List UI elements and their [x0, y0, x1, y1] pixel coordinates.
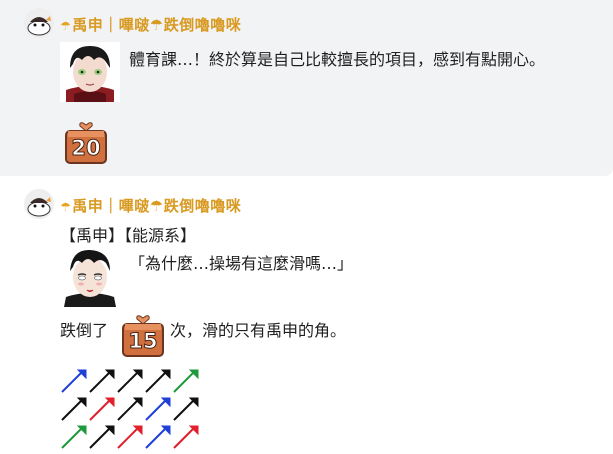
arrow-icon: [145, 425, 171, 449]
arrow-icon: [89, 397, 115, 421]
arrow-icon: [173, 425, 199, 449]
message-text: 體育課…！終於算是自己比較擅長的項目，感到有點開心。: [129, 50, 546, 69]
quote-text: 「為什麼…操場有這麼滑嗎…」: [129, 254, 354, 273]
character-portrait-icon: [60, 42, 120, 102]
result-text-after: 次，滑的只有禹申的角。: [170, 321, 347, 340]
username[interactable]: ☂禹申｜嗶啵☂跌倒嚕嚕咪: [60, 14, 241, 35]
cat-avatar-icon: [24, 8, 54, 38]
arrow-icon: [89, 425, 115, 449]
dice-result: 20: [65, 122, 107, 166]
umbrella-icon: ☂: [60, 200, 72, 214]
arrow-icon: [117, 397, 143, 421]
arrow-icon: [173, 397, 199, 421]
message-1: ☂禹申｜嗶啵☂跌倒嚕嚕咪 體育課…！終於算是自己比較擅長的項目，感到有點開心。 …: [0, 0, 613, 176]
character-portrait: [60, 42, 120, 102]
arrow-icon: [173, 369, 199, 393]
arrow-icon: [89, 369, 115, 393]
umbrella-icon: ☂: [60, 19, 72, 33]
character-tag-line: 【禹申】【能源系】: [60, 226, 197, 245]
username[interactable]: ☂禹申｜嗶啵☂跌倒嚕嚕咪: [60, 195, 241, 216]
arrow-icon: [61, 425, 87, 449]
arrow-icon: [61, 397, 87, 421]
arrow-icon: [145, 369, 171, 393]
character-portrait: [60, 247, 120, 307]
arrow-icon: [145, 397, 171, 421]
arrow-icons-grid: [61, 369, 199, 449]
dice-value: 20: [71, 136, 101, 161]
arrow-icon: [61, 369, 87, 393]
arrow-icon: [117, 425, 143, 449]
user-avatar[interactable]: [24, 8, 54, 38]
dice-value: 15: [128, 329, 158, 354]
user-avatar[interactable]: [24, 189, 54, 219]
arrow-icon: [117, 369, 143, 393]
dice-result: 15: [122, 315, 164, 359]
result-text-before: 跌倒了: [60, 321, 109, 340]
character-portrait-icon: [60, 247, 120, 307]
cat-avatar-icon: [24, 189, 54, 219]
